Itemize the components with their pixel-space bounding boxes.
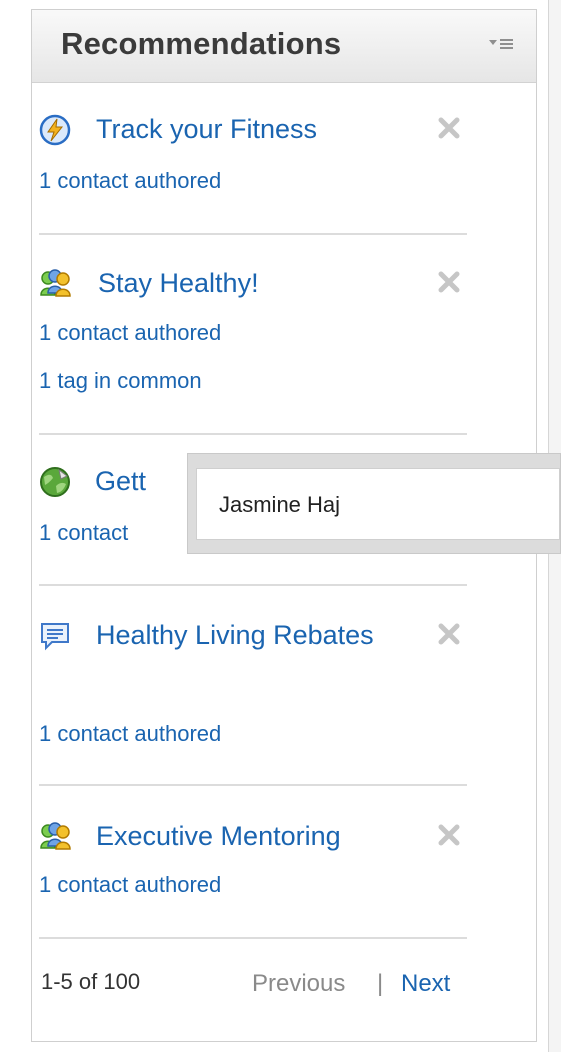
item-separator [39,784,467,786]
pager-divider: | [377,970,384,997]
recommendation-item: Stay Healthy! 1 contact authored 1 tag i… [39,264,467,414]
community-people-icon [39,268,71,300]
item-title-link[interactable]: Executive Mentoring [96,817,341,856]
item-meta-contacts[interactable]: 1 contact [39,520,128,546]
item-title-link[interactable]: Stay Healthy! [98,264,259,303]
item-separator [39,937,467,939]
recommendation-item: Track your Fitness 1 contact authored [39,110,467,220]
item-meta-tags[interactable]: 1 tag in common [39,368,202,394]
item-separator [39,233,467,235]
item-meta-contacts[interactable]: 1 contact authored [39,872,221,898]
lightning-badge-icon [39,114,71,146]
recommendation-item: Healthy Living Rebates 1 contact authore… [39,616,467,766]
close-icon[interactable] [436,115,462,141]
tooltip-body: Jasmine Haj [196,468,560,540]
item-separator [39,584,467,586]
globe-arrow-icon [39,466,71,498]
close-icon[interactable] [436,621,462,647]
hover-tooltip: Jasmine Haj [187,453,561,554]
previous-link: Previous [252,970,346,997]
recommendation-item: Executive Mentoring 1 contact authored [39,817,467,917]
widget-header: Recommendations [32,10,536,83]
item-title-link[interactable]: Gett [95,462,146,501]
forum-document-icon [39,620,71,652]
item-meta-contacts[interactable]: 1 contact authored [39,168,221,194]
community-people-icon [39,821,71,853]
item-meta-contacts[interactable]: 1 contact authored [39,721,221,747]
item-separator [39,433,467,435]
dropdown-menu-icon[interactable] [487,34,517,54]
item-meta-contacts[interactable]: 1 contact authored [39,320,221,346]
close-icon[interactable] [436,269,462,295]
widget-title: Recommendations [61,26,342,61]
item-title-link[interactable]: Healthy Living Rebates [96,616,396,655]
close-icon[interactable] [436,822,462,848]
next-link[interactable]: Next [401,970,450,998]
pager-count: 1-5 of 100 [41,969,141,994]
tooltip-text: Jasmine Haj [219,492,341,517]
item-title-link[interactable]: Track your Fitness [96,110,317,149]
